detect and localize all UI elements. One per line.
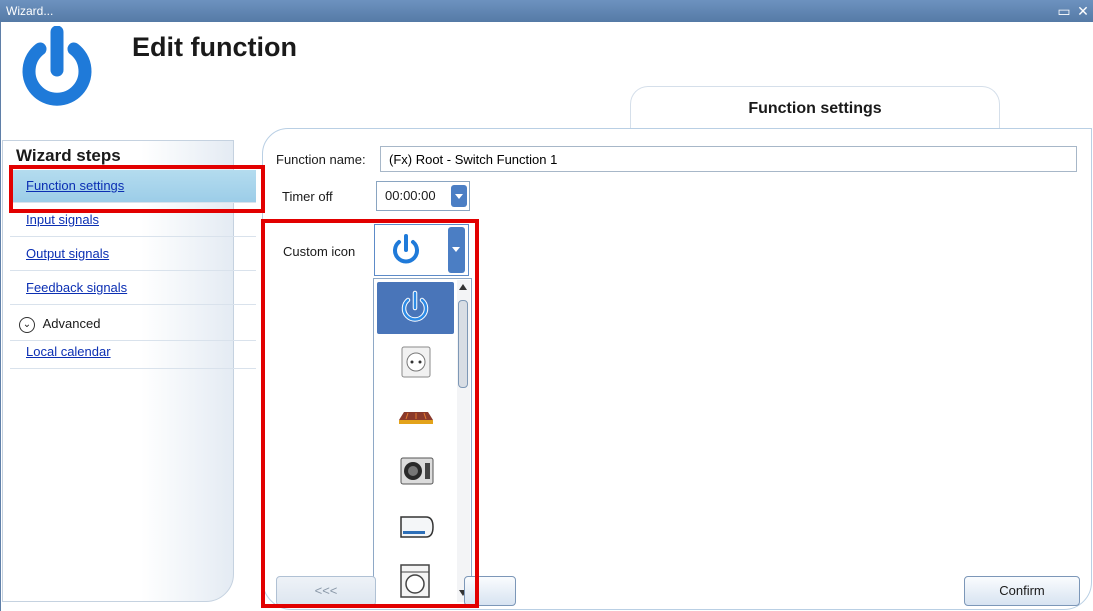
timer-off-label: Timer off bbox=[282, 189, 333, 204]
highlight-box-sidebar bbox=[9, 165, 265, 213]
sidebar-item-label: Local calendar bbox=[26, 344, 111, 359]
chevron-down-icon: ⌄ bbox=[19, 316, 35, 333]
sidebar-item-label: Feedback signals bbox=[26, 280, 128, 295]
function-name-label: Function name: bbox=[276, 152, 366, 167]
window-titlebar: Wizard... ▭ ✕ bbox=[0, 0, 1093, 22]
sidebar-heading: Wizard steps bbox=[16, 146, 121, 165]
sidebar-item-feedback-signals[interactable]: Feedback signals bbox=[10, 272, 256, 305]
timer-off-value: 00:00:00 bbox=[385, 188, 436, 203]
confirm-button[interactable]: Confirm bbox=[964, 576, 1080, 606]
timer-off-field[interactable]: 00:00:00 bbox=[376, 181, 470, 211]
close-icon[interactable]: ✕ bbox=[1075, 3, 1091, 19]
sidebar-item-label: Input signals bbox=[26, 212, 99, 227]
restore-icon[interactable]: ▭ bbox=[1056, 3, 1072, 19]
sidebar-item-label: Output signals bbox=[26, 246, 110, 261]
sidebar-item-local-calendar[interactable]: Local calendar bbox=[10, 336, 256, 369]
chevron-down-icon[interactable] bbox=[451, 185, 467, 207]
function-name-input[interactable] bbox=[380, 146, 1077, 172]
window-title: Wizard... bbox=[6, 4, 54, 18]
sidebar-item-output-signals[interactable]: Output signals bbox=[10, 238, 256, 271]
power-icon bbox=[22, 26, 92, 106]
tab-function-settings[interactable]: Function settings bbox=[630, 86, 1000, 131]
advanced-label: Advanced bbox=[42, 316, 101, 331]
page-title: Edit function bbox=[132, 32, 297, 62]
highlight-box-custom-icon bbox=[261, 219, 479, 608]
